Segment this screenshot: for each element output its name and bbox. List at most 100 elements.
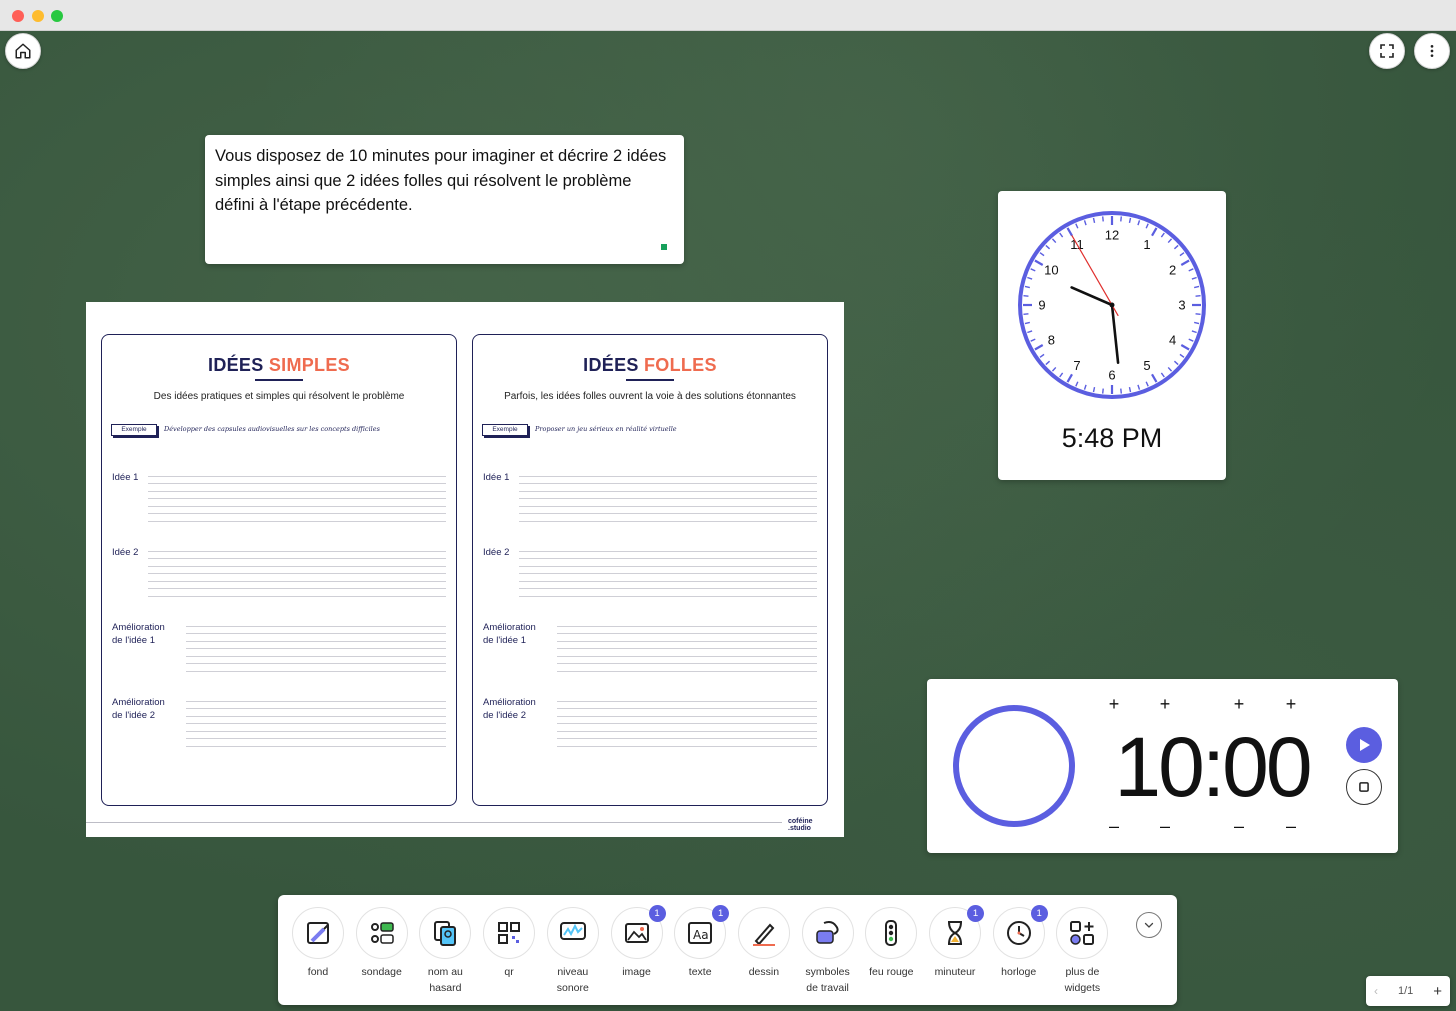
maximize-window-button[interactable]: [51, 10, 63, 22]
tool-sondage-button[interactable]: sondage: [350, 907, 414, 981]
clock-number: 9: [1038, 298, 1045, 313]
clock-number: 6: [1108, 368, 1115, 383]
timer-stop-button[interactable]: [1346, 769, 1382, 805]
clock-widget[interactable]: 121234567891011 5:48 PM: [998, 191, 1226, 480]
tool-label: horloge: [1001, 966, 1037, 978]
tool-image-button[interactable]: 1 image: [605, 905, 669, 981]
tool-icon-wrap[interactable]: [292, 907, 344, 959]
more-widgets-icon: [1070, 921, 1095, 945]
answer-lines: [519, 544, 817, 597]
clock-tick: [1195, 295, 1201, 297]
timer-display: 10:00: [1114, 720, 1312, 814]
tool-horloge-button[interactable]: 1 horloge: [987, 905, 1051, 981]
page-navigator: ‹ 1/1 +: [1366, 976, 1450, 1006]
fullscreen-button[interactable]: [1369, 33, 1405, 69]
answer-lines: [186, 694, 446, 747]
panel-title-underline: [626, 379, 674, 381]
worksheet-footer-line: [86, 822, 782, 823]
tool-icon-wrap[interactable]: 1: [992, 905, 1048, 959]
add-page-button[interactable]: +: [1433, 983, 1442, 1000]
tool-dessin-button[interactable]: dessin: [732, 907, 796, 981]
clock-tick: [1195, 313, 1201, 315]
text-icon: Aa: [688, 922, 713, 944]
tool-niveau-sonore-button[interactable]: niveau sonore: [541, 907, 605, 996]
clock-tick: [1023, 295, 1029, 297]
tool-icon-wrap[interactable]: 1: [610, 905, 666, 959]
more-options-button[interactable]: [1414, 33, 1450, 69]
tool-label: nom au hasard: [427, 966, 463, 994]
timer-seconds-units-increase-button[interactable]: +: [1281, 694, 1301, 714]
close-window-button[interactable]: [12, 10, 24, 22]
tool-plus-de-widgets-button[interactable]: plus de widgets: [1050, 907, 1114, 996]
minimize-window-button[interactable]: [32, 10, 44, 22]
timer-minutes-tens-increase-button[interactable]: +: [1104, 694, 1124, 714]
stop-icon: [1359, 782, 1369, 792]
tool-nom-au-hasard-button[interactable]: nom au hasard: [413, 907, 477, 996]
answer-label: Idée 1: [112, 472, 139, 483]
panel-idees-simples: IDÉES SIMPLES Des idées pratiques et simp…: [101, 334, 457, 806]
tool-icon-wrap[interactable]: [355, 907, 408, 959]
timer-seconds-units-decrease-button[interactable]: –: [1281, 816, 1301, 836]
clock-tick: [1120, 388, 1122, 394]
example-tag: Exemple: [482, 424, 528, 436]
answer-lines: [519, 469, 817, 522]
page-count: 1/1: [1397, 985, 1414, 997]
timer-seconds-tens-increase-button[interactable]: +: [1229, 694, 1249, 714]
svg-text:Aa: Aa: [693, 928, 709, 942]
clock-number: 8: [1048, 333, 1055, 348]
tool-icon-wrap[interactable]: [546, 907, 599, 959]
answer-lines: [557, 619, 817, 672]
tool-icon-wrap[interactable]: [419, 907, 472, 959]
tool-badge: 1: [1030, 905, 1048, 922]
answer-label: Amélioration de l'idée 2: [483, 697, 536, 721]
clock-number: 12: [1105, 228, 1119, 243]
clock-icon: [1006, 921, 1031, 945]
clock-number: 10: [1044, 263, 1058, 278]
tool-icon-wrap[interactable]: [1056, 907, 1109, 959]
timer-minutes-tens-decrease-button[interactable]: –: [1104, 816, 1124, 836]
timer-minutes-units-decrease-button[interactable]: –: [1155, 816, 1175, 836]
tool-label: plus de widgets: [1064, 966, 1101, 994]
tool-icon-wrap[interactable]: [801, 907, 854, 959]
clock-tick: [1102, 216, 1104, 222]
answer-label: Amélioration de l'idée 2: [112, 697, 165, 721]
panel-title: IDÉES SIMPLES: [208, 355, 350, 375]
clock-tick: [1102, 388, 1104, 394]
tool-qr-button[interactable]: qr: [477, 907, 541, 981]
tool-fond-button[interactable]: fond: [286, 907, 350, 981]
qr-code-icon: [498, 922, 521, 944]
tool-minuteur-button[interactable]: 1 minuteur: [923, 905, 987, 981]
home-button[interactable]: [5, 33, 41, 69]
tool-icon-wrap[interactable]: [737, 907, 790, 959]
sound-level-icon: [559, 922, 586, 940]
timer-seconds-tens-decrease-button[interactable]: –: [1229, 816, 1249, 836]
tool-icon-wrap[interactable]: 1: [929, 905, 984, 959]
answer-label: Amélioration de l'idée 1: [483, 622, 536, 646]
chevron-down-icon: [1144, 922, 1154, 928]
tool-badge: 1: [648, 905, 666, 922]
image-icon: [624, 923, 649, 943]
poll-icon: [370, 922, 394, 944]
worksheet-image[interactable]: IDÉES SIMPLES Des idées pratiques et simp…: [86, 302, 844, 837]
collapse-toolbar-button[interactable]: [1136, 912, 1162, 938]
fullscreen-icon: [1380, 44, 1394, 58]
tool-icon-wrap[interactable]: Aa 1: [674, 905, 730, 959]
home-icon: [15, 43, 31, 59]
panel-idees-folles: IDÉES FOLLES Parfois, les idées folles ou…: [472, 334, 828, 806]
tool-feu-rouge-button[interactable]: feu rouge: [859, 907, 923, 981]
panel-subtitle: Parfois, les idées folles ouvrent la voi…: [504, 391, 796, 402]
note-text[interactable]: Vous disposez de 10 minutes pour imagine…: [215, 144, 674, 218]
analog-clock: 121234567891011: [1018, 211, 1206, 399]
clock-tick: [1120, 216, 1122, 222]
tool-symboles-de-travail-button[interactable]: symboles de travail: [796, 907, 860, 996]
answer-label: Idée 1: [483, 472, 510, 483]
previous-page-button[interactable]: ‹: [1374, 984, 1378, 998]
tool-icon-wrap[interactable]: [483, 907, 536, 959]
tool-icon-wrap[interactable]: [865, 907, 918, 959]
panel-subtitle: Des idées pratiques et simples qui résol…: [153, 391, 405, 402]
tool-texte-button[interactable]: Aa 1 texte: [668, 905, 732, 981]
timer-widget[interactable]: 10:00 + + + + – – – –: [927, 679, 1398, 853]
timer-minutes-units-increase-button[interactable]: +: [1155, 694, 1175, 714]
text-note-widget[interactable]: Vous disposez de 10 minutes pour imagine…: [205, 135, 684, 264]
timer-play-button[interactable]: [1346, 727, 1382, 763]
